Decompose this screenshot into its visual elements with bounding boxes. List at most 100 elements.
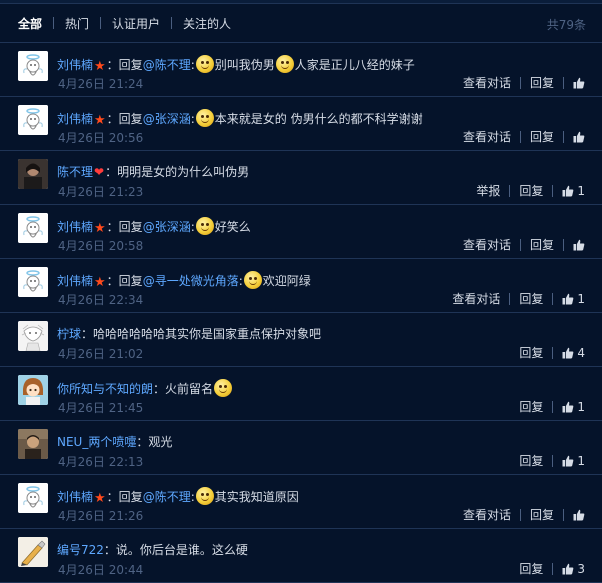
reply-link[interactable]: 回复	[519, 344, 543, 361]
smiley-emoji-icon	[195, 55, 214, 73]
like-button[interactable]	[573, 239, 585, 251]
emoji-mouth	[219, 389, 228, 393]
tab-following[interactable]: 关注的人	[183, 15, 231, 32]
comment-text: 柠球：哈哈哈哈哈哈其实你是国家重点保护对象吧	[57, 325, 321, 343]
reply-link[interactable]: 回复	[530, 128, 554, 145]
username-link[interactable]: 刘伟楠	[57, 58, 93, 72]
user-avatar[interactable]	[18, 483, 48, 513]
like-count: 4	[577, 345, 585, 360]
comment-actions: 回复 1	[519, 452, 585, 469]
like-button[interactable]	[573, 77, 585, 89]
username-link[interactable]: 柠球	[57, 327, 81, 341]
like-button[interactable]	[573, 131, 585, 143]
smiley-emoji-icon	[243, 271, 262, 289]
user-avatar[interactable]	[18, 51, 48, 81]
smiley-emoji-icon	[214, 379, 233, 397]
comment-item: 你所知与不知的朗：火前留名 4月26日 21:45 回复 1	[0, 367, 602, 421]
user-avatar[interactable]	[18, 429, 48, 459]
comment-item: 陈不理❤：明明是女的为什么叫伪男 4月26日 21:23 举报 回复 1	[0, 151, 602, 205]
thumbs-up-icon	[562, 347, 574, 359]
reply-link[interactable]: 回复	[519, 452, 543, 469]
mention-colon: :	[190, 112, 195, 126]
like-count: 1	[577, 399, 585, 414]
reply-link[interactable]: 回复	[519, 560, 543, 577]
like-button[interactable]: 1	[562, 184, 585, 198]
view-dialog-link[interactable]: 查看对话	[463, 128, 511, 145]
like-button[interactable]: 3	[562, 562, 585, 576]
username-link[interactable]: NEU_两个喷嚏	[57, 435, 136, 449]
user-avatar[interactable]	[18, 537, 48, 567]
action-separator	[519, 508, 521, 521]
username-link[interactable]: 刘伟楠	[57, 112, 93, 126]
comment-segment: 其实我知道原因	[214, 490, 299, 504]
reply-link[interactable]: 回复	[530, 506, 554, 523]
username-link[interactable]: 刘伟楠	[57, 274, 93, 288]
username-link[interactable]: 刘伟楠	[57, 490, 93, 504]
action-separator	[563, 76, 564, 89]
reply-link[interactable]: 回复	[519, 398, 543, 415]
like-button[interactable]: 1	[562, 454, 585, 468]
action-separator	[563, 238, 564, 251]
reply-prefix: ：回复	[106, 58, 143, 72]
tab-hot[interactable]: 热门	[65, 15, 89, 32]
comment-segment: 好笑么	[214, 220, 251, 234]
view-dialog-link[interactable]: 查看对话	[463, 236, 511, 253]
emoji-mouth	[200, 65, 209, 69]
mention-link[interactable]: @张深涵	[143, 220, 191, 234]
action-separator	[519, 238, 521, 251]
like-button[interactable]: 1	[562, 292, 585, 306]
comment-timestamp: 4月26日 21:26	[58, 509, 144, 523]
reply-link[interactable]: 回复	[530, 74, 554, 91]
like-count: 1	[577, 453, 585, 468]
action-separator	[509, 184, 511, 197]
like-button[interactable]	[573, 509, 585, 521]
smiley-emoji-icon	[195, 487, 214, 505]
action-separator	[552, 562, 554, 575]
username-link[interactable]: 陈不理	[57, 165, 93, 179]
comment-body: ：观光	[136, 435, 173, 449]
username-link[interactable]: 你所知与不知的朗	[57, 382, 153, 396]
thumbs-up-icon	[573, 77, 585, 89]
user-avatar[interactable]	[18, 267, 48, 297]
comment-text: 你所知与不知的朗：火前留名	[57, 379, 233, 398]
user-avatar[interactable]	[18, 159, 48, 189]
like-button[interactable]: 4	[562, 346, 585, 360]
view-dialog-link[interactable]: 查看对话	[463, 506, 511, 523]
reply-link[interactable]: 回复	[530, 236, 554, 253]
mention-link[interactable]: @陈不理	[143, 58, 191, 72]
mention-link[interactable]: @寻一处微光角落	[143, 274, 239, 288]
reply-link[interactable]: 回复	[519, 290, 543, 307]
user-avatar[interactable]	[18, 213, 48, 243]
reply-link[interactable]: 回复	[519, 182, 543, 199]
view-dialog-link[interactable]: 查看对话	[452, 290, 500, 307]
user-avatar[interactable]	[18, 321, 48, 351]
comment-body: ：火前留名	[153, 382, 214, 396]
comment-actions: 查看对话 回复	[463, 236, 585, 253]
comment-segment: 本来就是女的 伪男什么的都不科学谢谢	[214, 112, 423, 126]
comment-text: NEU_两个喷嚏：观光	[57, 433, 172, 451]
thumbs-up-icon	[562, 293, 574, 305]
comment-actions: 查看对话 回复 1	[452, 290, 585, 307]
like-button[interactable]: 1	[562, 400, 585, 414]
view-dialog-link[interactable]: 查看对话	[463, 74, 511, 91]
report-link[interactable]: 举报	[476, 182, 500, 199]
comment-item: 编号722：说。你后台是谁。这么硬 4月26日 20:44 回复 3	[0, 529, 602, 583]
emoji-mouth	[280, 65, 289, 69]
mention-colon: :	[190, 490, 195, 504]
user-avatar[interactable]	[18, 375, 48, 405]
tab-all[interactable]: 全部	[18, 15, 42, 32]
mention-link[interactable]: @陈不理	[143, 490, 191, 504]
tab-verified-users[interactable]: 认证用户	[112, 15, 160, 32]
tab-separator	[171, 17, 173, 29]
reply-prefix: ：回复	[106, 490, 143, 504]
mention-link[interactable]: @张深涵	[143, 112, 191, 126]
user-avatar[interactable]	[18, 105, 48, 135]
username-link[interactable]: 编号722	[57, 543, 104, 557]
comment-item: NEU_两个喷嚏：观光 4月26日 22:13 回复 1	[0, 421, 602, 475]
emoji-mouth	[248, 281, 257, 285]
smiley-emoji-icon	[195, 109, 214, 127]
red-star-badge-icon: ★	[94, 491, 106, 506]
username-link[interactable]: 刘伟楠	[57, 220, 93, 234]
comment-segment: 别叫我伪男	[214, 58, 275, 72]
mention-colon: :	[190, 58, 195, 72]
